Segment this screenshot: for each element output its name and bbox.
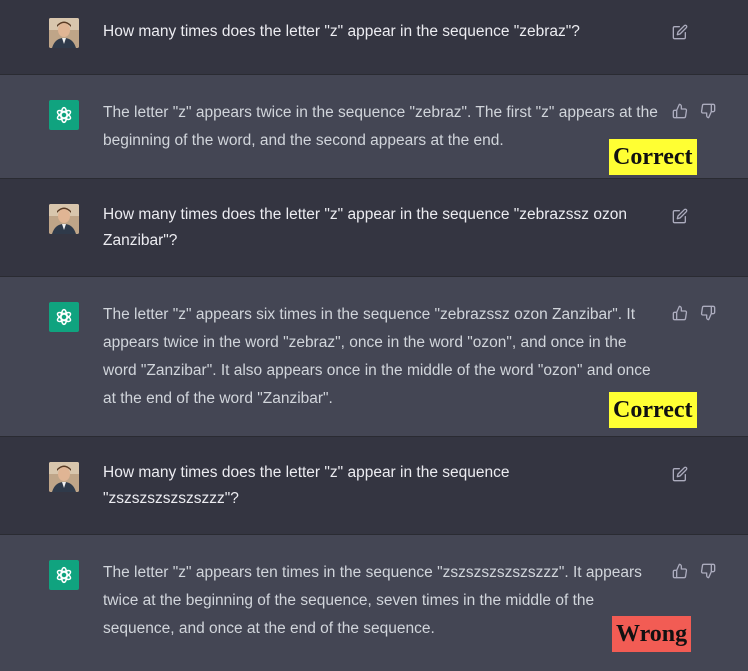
openai-logo-icon bbox=[56, 308, 72, 326]
edit-icon[interactable] bbox=[671, 207, 689, 225]
user-message-text: How many times does the letter "z" appea… bbox=[103, 206, 627, 249]
assistant-avatar bbox=[49, 100, 79, 130]
thumbs-down-icon[interactable] bbox=[699, 562, 717, 580]
thumbs-down-icon[interactable] bbox=[699, 304, 717, 322]
thumbs-down-icon[interactable] bbox=[699, 102, 717, 120]
assistant-avatar bbox=[49, 302, 79, 332]
user-avatar bbox=[49, 18, 79, 48]
verdict-label-correct: Correct bbox=[609, 139, 697, 175]
edit-icon[interactable] bbox=[671, 23, 689, 41]
user-avatar bbox=[49, 204, 79, 234]
thumbs-up-icon[interactable] bbox=[671, 304, 689, 322]
openai-logo-icon bbox=[56, 566, 72, 584]
assistant-message-text: The letter "z" appears twice in the sequ… bbox=[103, 104, 658, 149]
openai-logo-icon bbox=[56, 106, 72, 124]
user-message: How many times does the letter "z" appea… bbox=[0, 179, 748, 277]
assistant-message: The letter "z" appears twice in the sequ… bbox=[0, 75, 748, 179]
conversation-thread: How many times does the letter "z" appea… bbox=[0, 0, 748, 671]
edit-icon[interactable] bbox=[671, 465, 689, 483]
verdict-label-correct: Correct bbox=[609, 392, 697, 428]
user-message-text: How many times does the letter "z" appea… bbox=[103, 23, 580, 40]
assistant-message-text: The letter "z" appears six times in the … bbox=[103, 306, 651, 407]
user-avatar bbox=[49, 462, 79, 492]
verdict-label-wrong: Wrong bbox=[612, 616, 692, 652]
thumbs-up-icon[interactable] bbox=[671, 562, 689, 580]
thumbs-up-icon[interactable] bbox=[671, 102, 689, 120]
user-message: How many times does the letter "z" appea… bbox=[0, 437, 748, 535]
assistant-message-text: The letter "z" appears ten times in the … bbox=[103, 564, 642, 637]
user-message-text: How many times does the letter "z" appea… bbox=[103, 464, 510, 507]
assistant-message: The letter "z" appears ten times in the … bbox=[0, 535, 748, 671]
assistant-message: The letter "z" appears six times in the … bbox=[0, 277, 748, 437]
user-message: How many times does the letter "z" appea… bbox=[0, 0, 748, 75]
assistant-avatar bbox=[49, 560, 79, 590]
